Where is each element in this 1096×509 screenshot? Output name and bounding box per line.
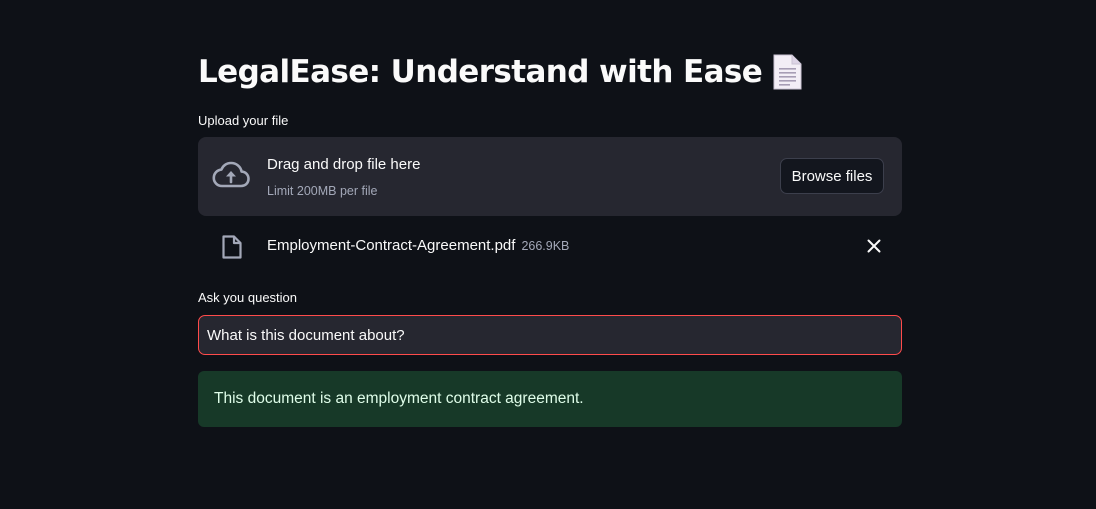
remove-file-close-icon[interactable]: [866, 238, 882, 254]
cloud-upload-icon: [212, 160, 250, 190]
page-title-text: LegalEase: Understand with Ease: [198, 54, 763, 90]
browse-files-button[interactable]: Browse files: [780, 158, 884, 194]
file-size: 266.9KB: [521, 239, 570, 253]
page-facing-up-icon: [772, 54, 802, 90]
file-icon: [221, 235, 243, 259]
uploaded-file-item: Employment-Contract-Agreement.pdf 266.9KB: [198, 228, 902, 264]
drop-instructions: Drag and drop file here: [267, 156, 421, 173]
uploaded-file-name: Employment-Contract-Agreement.pdf 266.9KB: [267, 237, 569, 254]
upload-label: Upload your file: [198, 113, 289, 128]
upload-limit-text: Limit 200MB per file: [267, 184, 378, 198]
answer-text: This document is an employment contract …: [214, 390, 584, 407]
answer-success-alert: This document is an employment contract …: [198, 371, 902, 427]
question-label: Ask you question: [198, 290, 298, 305]
file-dropzone[interactable]: Drag and drop file here Limit 200MB per …: [198, 137, 902, 216]
question-input[interactable]: [198, 315, 902, 355]
file-name-text: Employment-Contract-Agreement.pdf: [267, 237, 516, 254]
page-title: LegalEase: Understand with Ease: [198, 50, 802, 94]
